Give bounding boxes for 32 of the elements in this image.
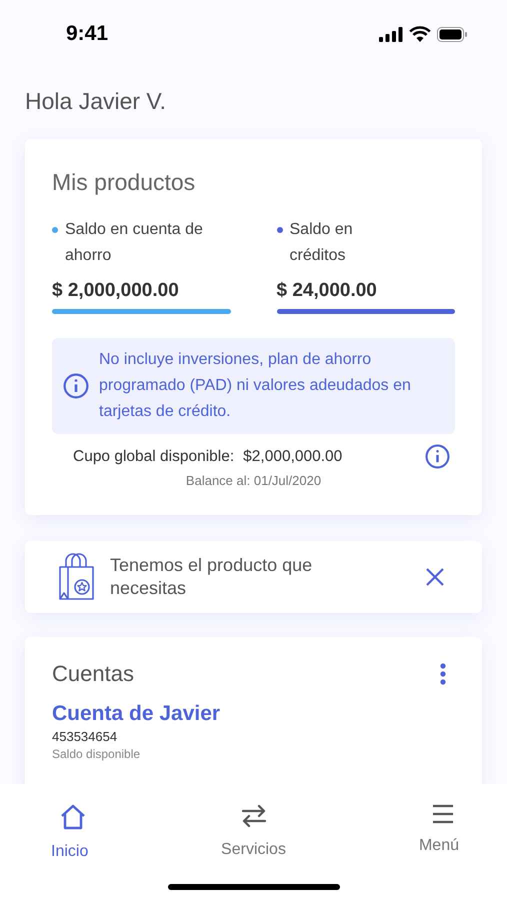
notice-text: No incluye inversiones, plan de ahorro programado (PAD) ni valores adeudados en tarjetas de crédito. — [99, 350, 412, 422]
shopping-bag-icon — [58, 552, 96, 600]
more-vertical-icon — [440, 662, 446, 684]
close-icon — [425, 566, 445, 586]
status-time: 9:41 — [66, 21, 108, 48]
balance-amount: $ 2,000,000.00 — [52, 279, 180, 303]
wifi-icon — [409, 26, 431, 42]
menu-icon — [432, 804, 454, 824]
nav-tab[interactable]: Servicios — [169, 804, 338, 864]
card-title: Cuentas — [52, 660, 134, 686]
balance-label: Saldo en cuenta de ahorro — [65, 220, 204, 266]
transfer-arrows-icon — [240, 804, 266, 828]
nav-tab[interactable]: Inicio — [0, 804, 169, 864]
available-balance-label: Saldo disponible — [52, 746, 142, 760]
battery-icon — [437, 26, 467, 42]
global-limit-amount: $2,000,000.00 — [243, 446, 342, 467]
promo-text: Tenemos el producto que necesitas — [110, 554, 314, 600]
balance-amount: $ 24,000.00 — [276, 279, 378, 303]
account-number: 453534654 — [52, 728, 118, 744]
balance-date: Balance al: 01/Jul/2020 — [186, 472, 322, 490]
greeting: Hola Javier V. — [25, 87, 168, 116]
global-limit-label: Cupo global disponible: — [73, 446, 234, 467]
signal-icon — [379, 26, 403, 42]
promo-banner[interactable]: Tenemos el producto que necesitas — [25, 540, 482, 612]
info-icon — [425, 444, 450, 469]
nav-tab[interactable]: Menú — [338, 804, 507, 864]
info-icon — [63, 373, 89, 399]
home-icon — [59, 804, 87, 830]
balance-label: Saldo en créditos — [290, 220, 354, 266]
card-title: Mis productos — [52, 168, 196, 197]
account-name-link[interactable]: Cuenta de Javier — [52, 700, 455, 726]
info-button[interactable] — [425, 444, 450, 469]
